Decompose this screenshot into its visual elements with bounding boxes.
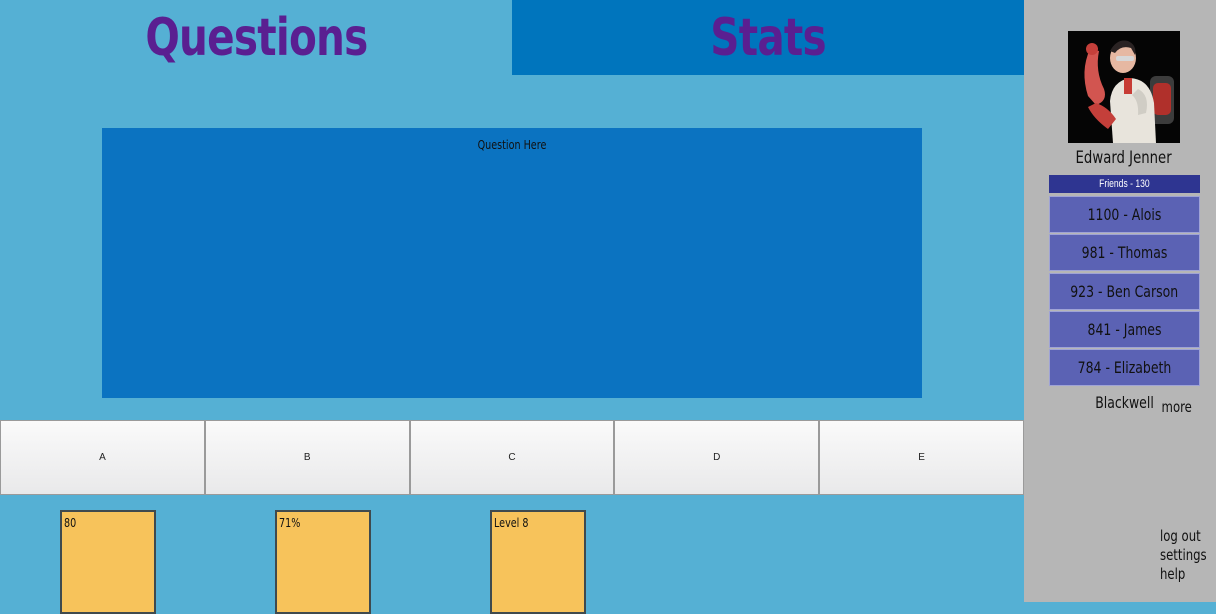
friend-item[interactable]: 923 - Ben Carson (1049, 273, 1200, 310)
friend-item[interactable]: 981 - Thomas Hodgkin (1049, 234, 1200, 297)
tab-stats-label: Stats (710, 7, 826, 68)
tab-questions-label: Questions (144, 7, 368, 68)
stat-card-score-label: 80 (64, 516, 77, 530)
more-friends-label: more (1161, 398, 1192, 416)
help-label: help (1160, 565, 1186, 583)
question-text: Question Here (102, 138, 922, 152)
profile-name: Edward Jenner (1024, 148, 1216, 168)
tab-questions[interactable]: Questions (0, 0, 512, 75)
stat-card-percent-label: 71% (279, 516, 301, 530)
sidebar: Edward Jenner Friends - 130 1100 - Alois… (1024, 0, 1216, 602)
friend-item[interactable]: 784 - Elizabeth Blackwell (1049, 349, 1200, 412)
stat-card-percent: 71% (275, 510, 371, 614)
answer-a-button[interactable]: A (0, 420, 205, 495)
logout-link[interactable]: log out (1160, 527, 1216, 546)
question-text-label: Question Here (477, 138, 547, 152)
friends-header-label: Friends - 130 (1099, 178, 1150, 190)
answer-c-button[interactable]: C (409, 420, 615, 495)
friend-item-label: 923 - Ben Carson (1070, 282, 1179, 301)
tab-stats[interactable]: Stats (512, 0, 1024, 75)
stat-card-level: Level 8 (490, 510, 586, 614)
friends-header: Friends - 130 (1049, 175, 1200, 193)
avatar[interactable] (1068, 31, 1180, 143)
friend-item[interactable]: 1100 - Alois Altzheimer (1049, 196, 1200, 259)
answer-b-button[interactable]: B (204, 420, 410, 495)
question-panel: Question Here (102, 128, 922, 398)
stat-card-score: 80 (60, 510, 156, 614)
logout-label: log out (1160, 527, 1201, 545)
answer-e-button[interactable]: E (819, 420, 1024, 495)
avatar-image (1068, 31, 1180, 143)
more-friends-link[interactable]: more (1153, 398, 1192, 416)
account-links: log out settings help (1160, 527, 1216, 584)
friend-item[interactable]: 841 - James Naismith (1049, 311, 1200, 374)
profile-name-label: Edward Jenner (1075, 148, 1173, 168)
help-link[interactable]: help (1160, 565, 1216, 584)
answer-d-button[interactable]: D (614, 420, 820, 495)
main-area: Questions Stats Question Here A B C D E … (0, 0, 1024, 614)
settings-label: settings (1160, 546, 1207, 564)
settings-link[interactable]: settings (1160, 546, 1216, 565)
stat-card-level-label: Level 8 (494, 516, 529, 530)
answer-row: A B C D E (0, 420, 1024, 495)
